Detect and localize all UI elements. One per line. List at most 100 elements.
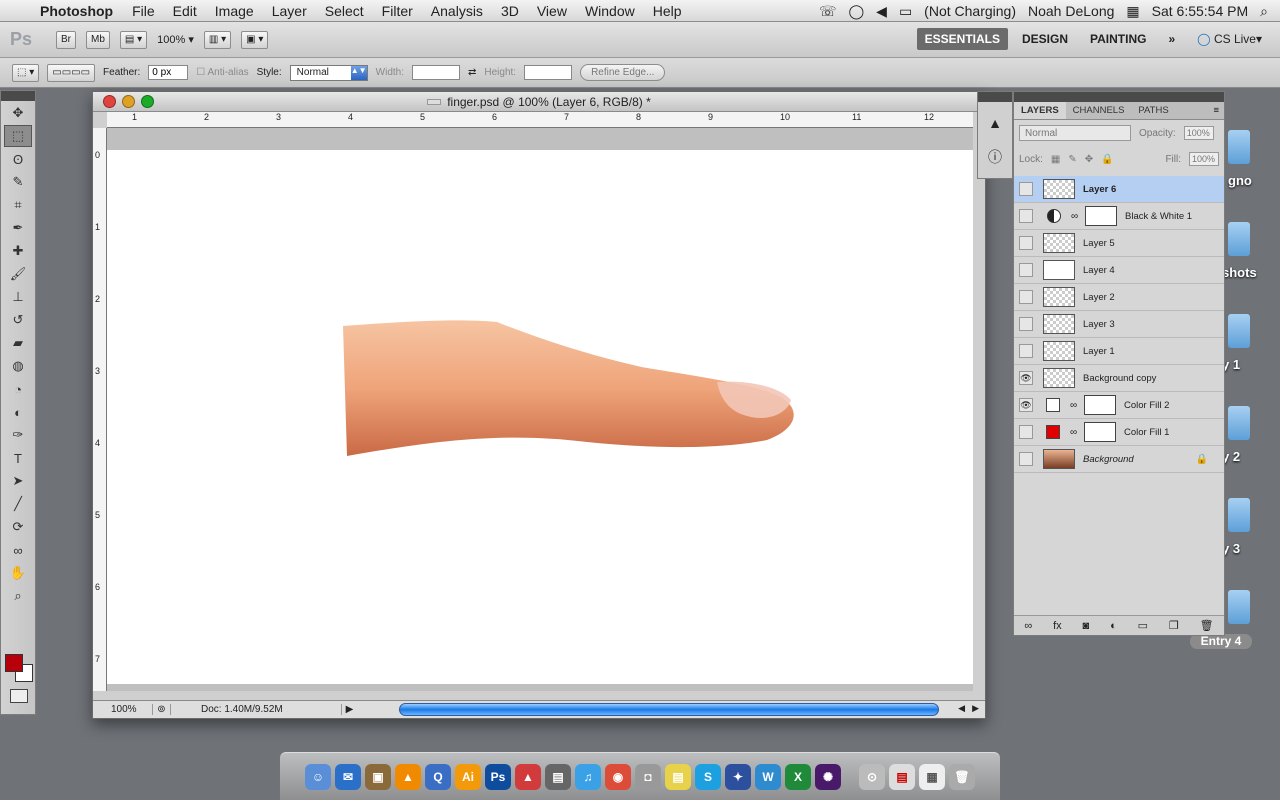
link-icon[interactable]: ∞ <box>1070 427 1080 438</box>
layer-row[interactable]: Layer 2 <box>1014 284 1224 311</box>
panel-header[interactable] <box>1 91 35 101</box>
add-mask-icon[interactable]: ◙ <box>1083 620 1090 632</box>
scroll-left-icon[interactable]: ◀ <box>958 703 965 714</box>
panel-header[interactable] <box>1014 92 1224 102</box>
desktop-label[interactable]: gno <box>1228 173 1252 188</box>
stack-icon[interactable]: ▦ <box>919 763 945 790</box>
document-proxy-icon[interactable] <box>427 98 442 105</box>
link-layers-icon[interactable]: ∞ <box>1024 620 1032 632</box>
phone-icon[interactable]: ☏ <box>819 3 837 20</box>
excel-icon[interactable]: X <box>785 763 811 790</box>
dodge-tool-icon[interactable]: ◐ <box>4 401 32 423</box>
screen-mode-button[interactable]: ▣ ▾ <box>241 30 269 49</box>
quick-selection-tool-icon[interactable]: ✎ <box>4 171 32 193</box>
panel-header[interactable] <box>978 92 1012 102</box>
tab-layers[interactable]: LAYERS <box>1014 102 1066 119</box>
layer-row[interactable]: Layer 6 <box>1014 176 1224 203</box>
clone-stamp-tool-icon[interactable]: ⊥ <box>4 286 32 308</box>
app-icon[interactable]: ▲ <box>515 763 541 790</box>
iphoto-icon[interactable]: ▣ <box>365 763 391 790</box>
crop-tool-icon[interactable]: ⌗ <box>4 194 32 216</box>
lock-transparent-icon[interactable]: ▦ <box>1051 154 1060 165</box>
menu-edit[interactable]: Edit <box>164 3 206 19</box>
visibility-toggle[interactable] <box>1019 344 1033 358</box>
3d-orbit-tool-icon[interactable]: ∞ <box>4 539 32 561</box>
lock-pixels-icon[interactable]: ✎ <box>1068 154 1076 165</box>
type-tool-icon[interactable]: T <box>4 447 32 469</box>
visibility-toggle[interactable] <box>1019 425 1033 439</box>
layer-row[interactable]: Layer 1 <box>1014 338 1224 365</box>
histogram-icon[interactable]: ▲ <box>982 110 1008 136</box>
marquee-preset-button[interactable]: ⬚ ▾ <box>12 63 40 82</box>
menu-filter[interactable]: Filter <box>373 3 422 19</box>
battery-icon[interactable]: ▭ <box>899 3 912 20</box>
battery-status[interactable]: (Not Charging) <box>924 3 1016 19</box>
zoom-dropdown[interactable]: 100% ▾ <box>157 33 194 46</box>
zoom-tool-icon[interactable]: ⌕ <box>4 585 32 607</box>
link-icon[interactable]: ∞ <box>1070 400 1080 411</box>
itunes-icon[interactable]: ♫ <box>575 763 601 790</box>
layer-row[interactable]: ∞ Black & White 1 <box>1014 203 1224 230</box>
menu-image[interactable]: Image <box>206 3 263 19</box>
link-icon[interactable]: ∞ <box>1071 211 1081 222</box>
panel-menu-icon[interactable]: ≡ <box>1208 102 1224 119</box>
layer-row[interactable]: 👁 ∞ Color Fill 2 <box>1014 392 1224 419</box>
workspace-design[interactable]: DESIGN <box>1014 28 1076 50</box>
hand-tool-icon[interactable]: ✋ <box>4 562 32 584</box>
foreground-color-swatch[interactable] <box>5 654 23 672</box>
chrome-icon[interactable]: ◉ <box>605 763 631 790</box>
app-menu[interactable]: Photoshop <box>40 3 113 19</box>
marquee-tool-icon[interactable]: ⬚ <box>4 125 32 147</box>
lock-position-icon[interactable]: ✥ <box>1085 154 1093 165</box>
visibility-toggle[interactable] <box>1019 236 1033 250</box>
blur-tool-icon[interactable]: ◔ <box>4 378 32 400</box>
layer-row[interactable]: Layer 4 <box>1014 257 1224 284</box>
antialias-checkbox[interactable]: ☐ Anti-alias <box>196 67 248 78</box>
status-zoom[interactable]: 100% <box>93 704 153 715</box>
menu-layer[interactable]: Layer <box>263 3 316 19</box>
quick-mask-icon[interactable] <box>10 689 28 703</box>
layer-style-icon[interactable]: fx <box>1053 620 1062 632</box>
volume-icon[interactable]: ◀ <box>876 3 887 20</box>
menu-file[interactable]: File <box>123 3 164 19</box>
downloads-icon[interactable]: ⊙ <box>859 763 885 790</box>
refine-edge-button[interactable]: Refine Edge... <box>580 64 666 81</box>
desktop-folder-icon[interactable] <box>1228 222 1250 256</box>
layer-mask-thumbnail[interactable] <box>1084 422 1116 442</box>
eye-icon[interactable]: 👁 <box>1019 371 1033 385</box>
healing-brush-tool-icon[interactable]: ✚ <box>4 240 32 262</box>
eraser-tool-icon[interactable]: ▰ <box>4 332 32 354</box>
arrange-documents-button[interactable]: ▥ ▾ <box>203 30 232 49</box>
user-name[interactable]: Noah DeLong <box>1028 3 1114 19</box>
word-icon[interactable]: W <box>755 763 781 790</box>
trash-icon[interactable]: 🗑 <box>949 763 975 790</box>
vlc-icon[interactable]: ▲ <box>395 763 421 790</box>
history-brush-tool-icon[interactable]: ↺ <box>4 309 32 331</box>
info-icon[interactable]: ⓘ <box>982 144 1008 170</box>
fill-color-swatch[interactable] <box>1046 425 1060 439</box>
mail-icon[interactable]: ✉ <box>335 763 361 790</box>
vertical-ruler[interactable]: 0 1 2 3 4 5 6 7 <box>93 128 107 691</box>
visibility-toggle[interactable] <box>1019 317 1033 331</box>
new-layer-icon[interactable]: ❐ <box>1169 619 1179 632</box>
workspace-painting[interactable]: PAINTING <box>1082 28 1154 50</box>
status-menu-arrow-icon[interactable]: ▶ <box>341 704 357 715</box>
menu-window[interactable]: Window <box>576 3 644 19</box>
fill-color-swatch[interactable] <box>1046 398 1060 412</box>
layer-row[interactable]: Background 🔒 <box>1014 446 1224 473</box>
menu-help[interactable]: Help <box>644 3 691 19</box>
chat-icon[interactable]: ◯ <box>848 3 864 20</box>
lock-all-icon[interactable]: 🔒 <box>1101 154 1113 165</box>
path-selection-tool-icon[interactable]: ➤ <box>4 470 32 492</box>
tab-channels[interactable]: CHANNELS <box>1066 102 1132 119</box>
more-workspaces-button[interactable]: » <box>1160 28 1183 50</box>
status-info-icon[interactable]: ⊚ <box>153 704 171 715</box>
tab-paths[interactable]: PATHS <box>1131 102 1175 119</box>
workspace-essentials[interactable]: ESSENTIALS <box>916 28 1008 50</box>
layer-mask-thumbnail[interactable] <box>1085 206 1117 226</box>
canvas-area[interactable] <box>107 128 973 691</box>
app-icon[interactable]: ✺ <box>815 763 841 790</box>
paint-bucket-tool-icon[interactable]: ◍ <box>4 355 32 377</box>
horizontal-ruler[interactable]: 1 2 3 4 5 6 7 8 9 10 11 12 <box>107 112 973 128</box>
clock[interactable]: Sat 6:55:54 PM <box>1152 3 1249 19</box>
